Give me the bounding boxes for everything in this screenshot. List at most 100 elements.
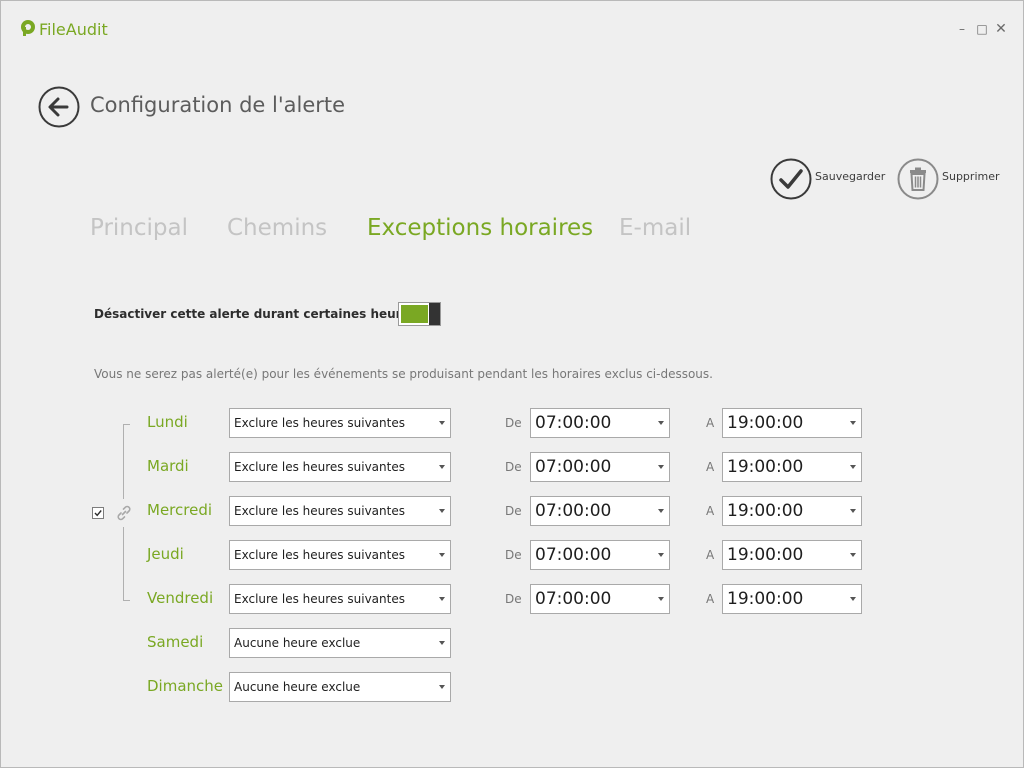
to-time-dropdown[interactable]: 19:00:00 [722, 540, 862, 570]
from-time-dropdown[interactable]: 07:00:00 [530, 408, 670, 438]
fileaudit-logo-icon [21, 20, 35, 36]
to-time-value: 19:00:00 [727, 413, 804, 433]
day-row-lundi: Lundi Exclure les heures suivantes De 07:00… [1, 408, 1023, 440]
exclusion-mode-value: Exclure les heures suivantes [234, 548, 405, 562]
to-time-value: 19:00:00 [727, 501, 804, 521]
title-bar: FileAudit – □ ✕ [1, 1, 1023, 59]
exclusion-mode-value: Exclure les heures suivantes [234, 504, 405, 518]
save-button-label: Sauvegarder [815, 170, 886, 183]
day-row-mercredi: Mercredi Exclure les heures suivantes De 07… [1, 496, 1023, 528]
day-row-samedi: Samedi Aucune heure exclue [1, 628, 1023, 660]
chevron-down-icon [658, 509, 664, 513]
close-button[interactable]: ✕ [993, 21, 1009, 37]
exclusion-mode-dropdown[interactable]: Exclure les heures suivantes [229, 584, 451, 614]
from-label: De [505, 504, 522, 518]
to-time-value: 19:00:00 [727, 589, 804, 609]
to-label: A [706, 416, 715, 430]
delete-button-label: Supprimer [942, 170, 1000, 183]
info-text: Vous ne serez pas alerté(e) pour les évé… [94, 367, 713, 381]
chevron-down-icon [850, 465, 856, 469]
chevron-down-icon [850, 509, 856, 513]
chevron-down-icon [439, 641, 445, 645]
exclusion-mode-value: Aucune heure exclue [234, 636, 361, 650]
toggle-knob [429, 303, 440, 325]
to-time-value: 19:00:00 [727, 545, 804, 565]
from-label: De [505, 592, 522, 606]
to-time-dropdown[interactable]: 19:00:00 [722, 408, 862, 438]
from-label: De [505, 416, 522, 430]
checkmark-circle-icon [770, 158, 812, 200]
tab-principal[interactable]: Principal [90, 215, 188, 241]
disable-alert-toggle[interactable] [398, 302, 441, 326]
exclusion-mode-dropdown[interactable]: Aucune heure exclue [229, 672, 451, 702]
day-label: Samedi [147, 633, 204, 651]
from-time-value: 07:00:00 [535, 589, 612, 609]
to-label: A [706, 592, 715, 606]
day-label: Jeudi [147, 545, 184, 563]
from-label: De [505, 460, 522, 474]
to-label: A [706, 460, 715, 474]
to-time-dropdown[interactable]: 19:00:00 [722, 496, 862, 526]
chevron-down-icon [658, 465, 664, 469]
day-row-jeudi: Jeudi Exclure les heures suivantes De 07:00… [1, 540, 1023, 572]
from-time-value: 07:00:00 [535, 501, 612, 521]
day-label: Dimanche [147, 677, 224, 695]
chevron-down-icon [439, 685, 445, 689]
to-time-dropdown[interactable]: 19:00:00 [722, 584, 862, 614]
day-row-mardi: Mardi Exclure les heures suivantes De 07:00… [1, 452, 1023, 484]
save-button[interactable]: Sauvegarder [770, 158, 885, 200]
maximize-button[interactable]: □ [974, 21, 990, 37]
exclusion-mode-value: Exclure les heures suivantes [234, 416, 405, 430]
to-time-value: 19:00:00 [727, 457, 804, 477]
day-label: Mercredi [147, 501, 213, 519]
from-time-dropdown[interactable]: 07:00:00 [530, 452, 670, 482]
exclusion-mode-dropdown[interactable]: Exclure les heures suivantes [229, 496, 451, 526]
tab-email[interactable]: E-mail [619, 215, 691, 241]
from-time-dropdown[interactable]: 07:00:00 [530, 540, 670, 570]
chevron-down-icon [658, 597, 664, 601]
toggle-fill [401, 305, 428, 323]
chevron-down-icon [439, 465, 445, 469]
disable-alert-label: Désactiver cette alerte durant certaines… [94, 307, 417, 321]
chevron-down-icon [658, 421, 664, 425]
app-window: FileAudit – □ ✕ Configuration de l'alert… [0, 0, 1024, 768]
delete-button[interactable]: Supprimer [897, 158, 1002, 200]
day-row-dimanche: Dimanche Aucune heure exclue [1, 672, 1023, 704]
day-label: Lundi [147, 413, 188, 431]
exclusion-mode-dropdown[interactable]: Exclure les heures suivantes [229, 540, 451, 570]
to-time-dropdown[interactable]: 19:00:00 [722, 452, 862, 482]
minimize-button[interactable]: – [954, 21, 970, 37]
exclusion-mode-value: Aucune heure exclue [234, 680, 361, 694]
from-time-value: 07:00:00 [535, 457, 612, 477]
chevron-down-icon [658, 553, 664, 557]
chevron-down-icon [850, 421, 856, 425]
exclusion-mode-dropdown[interactable]: Exclure les heures suivantes [229, 408, 451, 438]
back-button[interactable] [38, 86, 80, 128]
tab-chemins[interactable]: Chemins [227, 215, 327, 241]
from-time-dropdown[interactable]: 07:00:00 [530, 496, 670, 526]
exclusion-mode-dropdown[interactable]: Exclure les heures suivantes [229, 452, 451, 482]
to-label: A [706, 548, 715, 562]
arrow-left-circle-icon [38, 86, 80, 128]
chevron-down-icon [850, 553, 856, 557]
from-label: De [505, 548, 522, 562]
exclusion-mode-value: Exclure les heures suivantes [234, 592, 405, 606]
page-title: Configuration de l'alerte [90, 93, 346, 117]
day-label: Vendredi [147, 589, 214, 607]
from-time-value: 07:00:00 [535, 413, 612, 433]
from-time-dropdown[interactable]: 07:00:00 [530, 584, 670, 614]
chevron-down-icon [850, 597, 856, 601]
app-name: FileAudit [39, 20, 108, 39]
day-label: Mardi [147, 457, 189, 475]
exclusion-mode-dropdown[interactable]: Aucune heure exclue [229, 628, 451, 658]
chevron-down-icon [439, 597, 445, 601]
exclusion-mode-value: Exclure les heures suivantes [234, 460, 405, 474]
chevron-down-icon [439, 553, 445, 557]
day-row-vendredi: Vendredi Exclure les heures suivantes De 07… [1, 584, 1023, 616]
tab-exceptions-horaires[interactable]: Exceptions horaires [367, 215, 593, 241]
trash-circle-icon [897, 158, 939, 200]
from-time-value: 07:00:00 [535, 545, 612, 565]
chevron-down-icon [439, 421, 445, 425]
to-label: A [706, 504, 715, 518]
chevron-down-icon [439, 509, 445, 513]
